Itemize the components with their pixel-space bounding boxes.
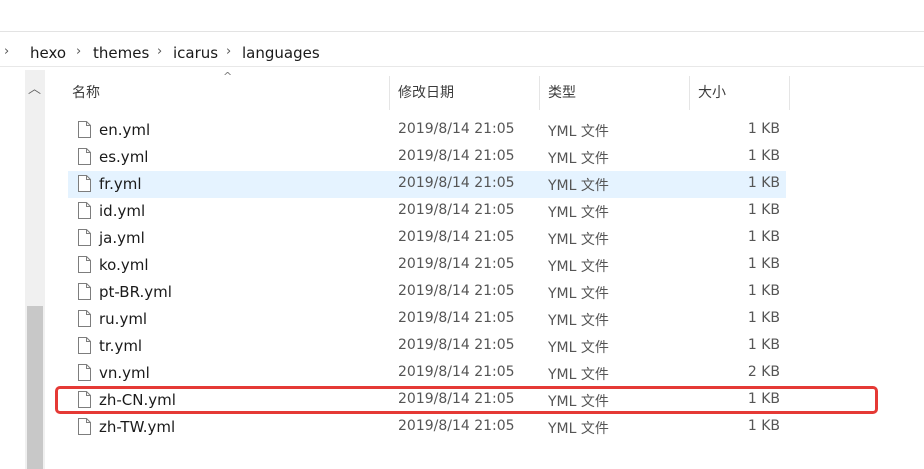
chevron-right-icon[interactable]: › xyxy=(76,44,81,59)
chevron-up-icon[interactable]: ︿ xyxy=(28,78,41,97)
file-icon xyxy=(78,202,91,219)
vertical-scrollbar[interactable]: ︿ xyxy=(25,70,45,469)
file-row[interactable]: ja.yml 2019/8/14 21:05 YML 文件 1 KB xyxy=(68,225,786,252)
file-name: pt-BR.yml xyxy=(99,283,172,301)
file-size: 1 KB xyxy=(747,202,780,218)
breadcrumb-item-icarus[interactable]: icarus xyxy=(173,44,218,62)
file-row[interactable]: ru.yml 2019/8/14 21:05 YML 文件 1 KB xyxy=(68,306,786,333)
column-type[interactable]: 类型 xyxy=(548,76,576,110)
file-type: YML 文件 xyxy=(548,151,609,167)
file-icon xyxy=(78,283,91,300)
chevron-right-icon: › xyxy=(4,44,10,59)
file-type: YML 文件 xyxy=(548,313,609,329)
column-divider[interactable] xyxy=(689,76,690,110)
file-row[interactable]: zh-TW.yml 2019/8/14 21:05 YML 文件 1 KB xyxy=(68,414,786,441)
file-type: YML 文件 xyxy=(548,232,609,248)
file-name: en.yml xyxy=(99,121,151,139)
file-type: YML 文件 xyxy=(548,124,609,140)
column-date[interactable]: 修改日期 xyxy=(398,76,454,110)
toolbar-divider xyxy=(0,31,924,32)
column-divider[interactable] xyxy=(389,76,390,110)
file-date: 2019/8/14 21:05 xyxy=(398,256,515,272)
breadcrumb-item-themes[interactable]: themes xyxy=(93,44,149,62)
file-row[interactable]: id.yml 2019/8/14 21:05 YML 文件 1 KB xyxy=(68,198,786,225)
file-name: tr.yml xyxy=(99,337,143,355)
file-date: 2019/8/14 21:05 xyxy=(398,202,515,218)
breadcrumb-item-hexo[interactable]: hexo xyxy=(30,44,66,62)
file-icon xyxy=(78,256,91,273)
file-name: vn.yml xyxy=(99,364,150,382)
file-type: YML 文件 xyxy=(548,286,609,302)
file-icon xyxy=(78,337,91,354)
annotation-highlight-box xyxy=(55,386,878,414)
file-date: 2019/8/14 21:05 xyxy=(398,364,515,380)
address-bar-divider xyxy=(0,66,924,67)
file-name: id.yml xyxy=(99,202,146,220)
file-type: YML 文件 xyxy=(548,259,609,275)
chevron-right-icon[interactable]: › xyxy=(226,44,231,59)
scrollbar-thumb[interactable] xyxy=(27,306,43,469)
breadcrumb: › hexo › themes › icarus › languages xyxy=(0,40,924,67)
file-row[interactable]: pt-BR.yml 2019/8/14 21:05 YML 文件 1 KB xyxy=(68,279,786,306)
file-size: 1 KB xyxy=(747,175,780,191)
file-icon xyxy=(78,121,91,138)
file-date: 2019/8/14 21:05 xyxy=(398,310,515,326)
file-name: ru.yml xyxy=(99,310,148,328)
file-type: YML 文件 xyxy=(548,340,609,356)
file-size: 1 KB xyxy=(747,418,780,434)
file-name: zh-TW.yml xyxy=(99,418,176,436)
file-name: ja.yml xyxy=(99,229,145,247)
column-divider[interactable] xyxy=(539,76,540,110)
file-date: 2019/8/14 21:05 xyxy=(398,148,515,164)
file-size: 1 KB xyxy=(747,337,780,353)
file-size: 1 KB xyxy=(747,283,780,299)
file-date: 2019/8/14 21:05 xyxy=(398,337,515,353)
file-size: 2 KB xyxy=(747,364,780,380)
file-type: YML 文件 xyxy=(548,367,609,383)
file-type: YML 文件 xyxy=(548,205,609,221)
file-date: 2019/8/14 21:05 xyxy=(398,418,515,434)
file-type: YML 文件 xyxy=(548,421,609,437)
file-icon xyxy=(78,364,91,381)
file-icon xyxy=(78,175,91,192)
file-size: 1 KB xyxy=(747,121,780,137)
file-size: 1 KB xyxy=(747,310,780,326)
file-icon xyxy=(78,310,91,327)
file-date: 2019/8/14 21:05 xyxy=(398,283,515,299)
chevron-right-icon[interactable]: › xyxy=(157,44,162,59)
file-type: YML 文件 xyxy=(548,178,609,194)
sort-ascending-icon: ^ xyxy=(223,70,233,83)
column-name[interactable]: 名称 xyxy=(72,76,100,110)
file-size: 1 KB xyxy=(747,229,780,245)
file-row[interactable]: vn.yml 2019/8/14 21:05 YML 文件 2 KB xyxy=(68,360,786,387)
file-size: 1 KB xyxy=(747,256,780,272)
file-date: 2019/8/14 21:05 xyxy=(398,175,515,191)
file-size: 1 KB xyxy=(747,148,780,164)
column-divider[interactable] xyxy=(789,76,790,110)
file-icon xyxy=(78,229,91,246)
file-row[interactable]: fr.yml 2019/8/14 21:05 YML 文件 1 KB xyxy=(68,171,786,198)
file-row[interactable]: ko.yml 2019/8/14 21:05 YML 文件 1 KB xyxy=(68,252,786,279)
column-size[interactable]: 大小 xyxy=(698,76,726,110)
file-row[interactable]: en.yml 2019/8/14 21:05 YML 文件 1 KB xyxy=(68,117,786,144)
file-icon xyxy=(78,418,91,435)
column-header: ^ 名称 修改日期 类型 大小 xyxy=(56,70,796,110)
file-date: 2019/8/14 21:05 xyxy=(398,229,515,245)
file-name: ko.yml xyxy=(99,256,149,274)
file-row[interactable]: tr.yml 2019/8/14 21:05 YML 文件 1 KB xyxy=(68,333,786,360)
file-icon xyxy=(78,148,91,165)
breadcrumb-item-languages[interactable]: languages xyxy=(242,44,320,62)
file-name: es.yml xyxy=(99,148,149,166)
file-row[interactable]: es.yml 2019/8/14 21:05 YML 文件 1 KB xyxy=(68,144,786,171)
file-name: fr.yml xyxy=(99,175,142,193)
file-date: 2019/8/14 21:05 xyxy=(398,121,515,137)
